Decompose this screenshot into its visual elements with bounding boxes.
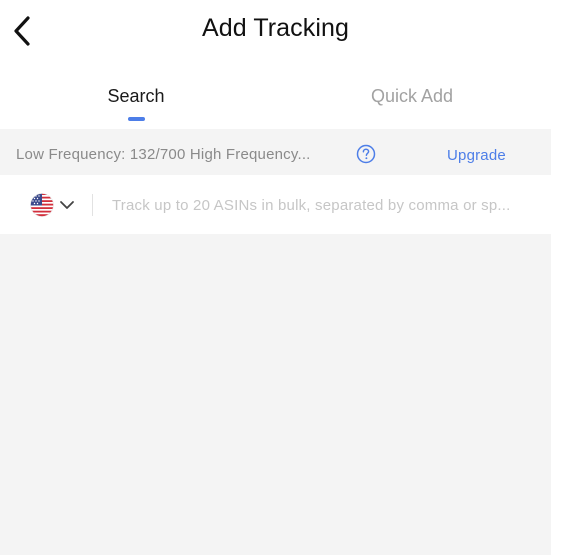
help-button[interactable] bbox=[356, 144, 376, 164]
tab-search[interactable]: Search bbox=[86, 86, 186, 107]
page-title: Add Tracking bbox=[201, 14, 350, 42]
frequency-bar: Low Frequency: 132/700 High Frequency...… bbox=[0, 129, 551, 175]
active-tab-indicator bbox=[128, 117, 145, 121]
header: Add Tracking bbox=[0, 0, 551, 62]
question-circle-icon bbox=[356, 144, 376, 164]
country-selector[interactable] bbox=[29, 192, 79, 218]
add-tracking-panel: Add Tracking Search Quick Add Low Freque… bbox=[0, 0, 551, 555]
results-area bbox=[0, 234, 551, 555]
chevron-down-icon bbox=[60, 201, 74, 209]
chevron-left-icon bbox=[14, 16, 30, 46]
back-button[interactable] bbox=[6, 12, 38, 50]
us-flag-icon bbox=[30, 193, 54, 217]
input-divider bbox=[92, 194, 93, 216]
asin-search-row bbox=[0, 175, 551, 234]
tab-bar: Search Quick Add bbox=[0, 72, 551, 128]
asin-input[interactable] bbox=[110, 191, 544, 219]
tab-quick-add[interactable]: Quick Add bbox=[352, 86, 472, 107]
frequency-quota-text: Low Frequency: 132/700 High Frequency... bbox=[16, 146, 311, 163]
screen: Add Tracking Search Quick Add Low Freque… bbox=[0, 0, 562, 555]
upgrade-button[interactable]: Upgrade bbox=[447, 147, 506, 164]
